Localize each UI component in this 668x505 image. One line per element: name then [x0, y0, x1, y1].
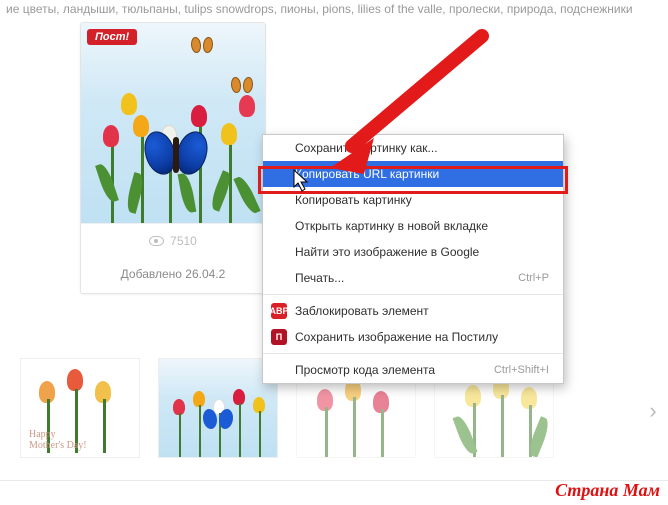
views-value: 7510 [170, 234, 197, 248]
tags-row: ие цветы, ландыши, тюльпаны, tulips snow… [0, 0, 668, 18]
ctx-item-label: Печать... [295, 271, 344, 285]
ctx-item-label: Сохранить картинку как... [295, 141, 438, 155]
butterfly-small-icon [191, 37, 213, 55]
ctx-item-label: Открыть картинку в новой вкладке [295, 219, 488, 233]
ctx-separator [263, 294, 563, 295]
ctx-inspect[interactable]: Просмотр кода элемента Ctrl+Shift+I [263, 357, 563, 383]
butterfly-small-icon [231, 77, 253, 95]
ctx-item-label: Просмотр кода элемента [295, 363, 435, 377]
ctx-find-google[interactable]: Найти это изображение в Google [263, 239, 563, 265]
chevron-right-icon: › [649, 398, 656, 424]
abp-icon: ABP [271, 303, 287, 319]
ctx-postila-save[interactable]: П Сохранить изображение на Постилу [263, 324, 563, 350]
ctx-shortcut: Ctrl+Shift+I [494, 364, 549, 376]
butterfly-icon [143, 131, 209, 181]
context-menu: Сохранить картинку как... Копировать URL… [262, 134, 564, 384]
next-thumbnails-button[interactable]: › [644, 398, 662, 424]
ctx-print[interactable]: Печать... Ctrl+P [263, 265, 563, 291]
ctx-separator [263, 353, 563, 354]
ctx-copy-image[interactable]: Копировать картинку [263, 187, 563, 213]
watermark: Страна Мам [555, 480, 660, 501]
ctx-item-label: Найти это изображение в Google [295, 245, 479, 259]
card-image[interactable]: Пост! [81, 23, 265, 223]
ctx-item-label: Копировать URL картинки [295, 167, 439, 181]
postila-icon: П [271, 329, 287, 345]
ctx-abp-block[interactable]: ABP Заблокировать элемент [263, 298, 563, 324]
post-badge: Пост! [87, 29, 137, 45]
card-added: Добавлено 26.04.2 [81, 259, 265, 293]
thumbnail[interactable] [158, 358, 278, 458]
ctx-save-image-as[interactable]: Сохранить картинку как... [263, 135, 563, 161]
ctx-item-label: Заблокировать элемент [295, 304, 429, 318]
ctx-shortcut: Ctrl+P [518, 272, 549, 284]
image-card: Пост! 7510 Добавлено 26.04.2 [80, 22, 266, 294]
ctx-item-label: Сохранить изображение на Постилу [295, 330, 498, 344]
ctx-item-label: Копировать картинку [295, 193, 412, 207]
card-meta: 7510 [81, 223, 265, 259]
ctx-open-new-tab[interactable]: Открыть картинку в новой вкладке [263, 213, 563, 239]
eye-icon [149, 236, 164, 246]
added-prefix: Добавлено [121, 267, 186, 281]
ctx-copy-image-url[interactable]: Копировать URL картинки [263, 161, 563, 187]
views-count: 7510 [149, 234, 197, 248]
thumbnail[interactable]: HappyMother's Day! [20, 358, 140, 458]
added-date: 26.04.2 [185, 267, 225, 281]
